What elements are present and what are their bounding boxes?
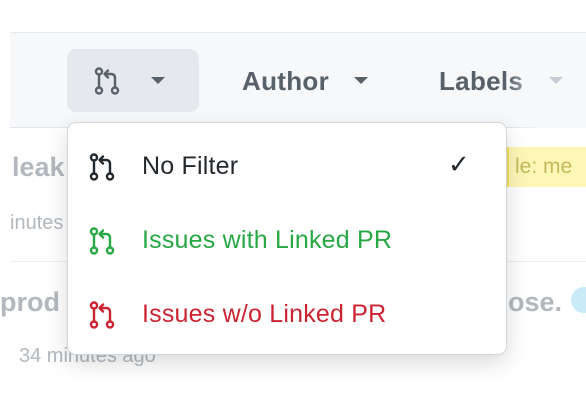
chevron-down-icon[interactable] [549, 77, 563, 84]
issue-title-end[interactable]: ose. [508, 287, 562, 318]
issue-title[interactable]: prod [0, 287, 60, 318]
chevron-down-icon [151, 77, 165, 84]
fade-overlay [508, 33, 586, 128]
label-badge[interactable]: le: me [503, 147, 586, 187]
menu-item-without-linked-pr[interactable]: Issues w/o Linked PR [68, 276, 506, 350]
chevron-down-icon[interactable] [354, 77, 368, 84]
linked-pr-dropdown: No Filter ✓ Issues with Linked PR Issues… [67, 122, 507, 355]
issue-meta: inutes [10, 212, 64, 234]
menu-item-label: No Filter [142, 152, 239, 180]
issue-title[interactable]: leak [12, 152, 65, 183]
git-pull-request-icon [93, 67, 121, 95]
menu-item-no-filter[interactable]: No Filter ✓ [68, 128, 506, 202]
author-filter-button[interactable]: Author [242, 64, 329, 98]
git-pull-request-icon [88, 227, 116, 255]
menu-item-with-linked-pr[interactable]: Issues with Linked PR [68, 202, 506, 276]
git-pull-request-icon [88, 153, 116, 181]
linked-pr-filter-button[interactable] [67, 49, 199, 112]
issues-page: Author Labels leak inutes le: me prod os… [0, 0, 586, 408]
menu-item-label: Issues w/o Linked PR [142, 300, 387, 328]
avatar [571, 287, 586, 313]
checkmark-icon: ✓ [448, 150, 470, 180]
git-pull-request-icon [88, 301, 116, 329]
menu-item-label: Issues with Linked PR [142, 226, 393, 254]
